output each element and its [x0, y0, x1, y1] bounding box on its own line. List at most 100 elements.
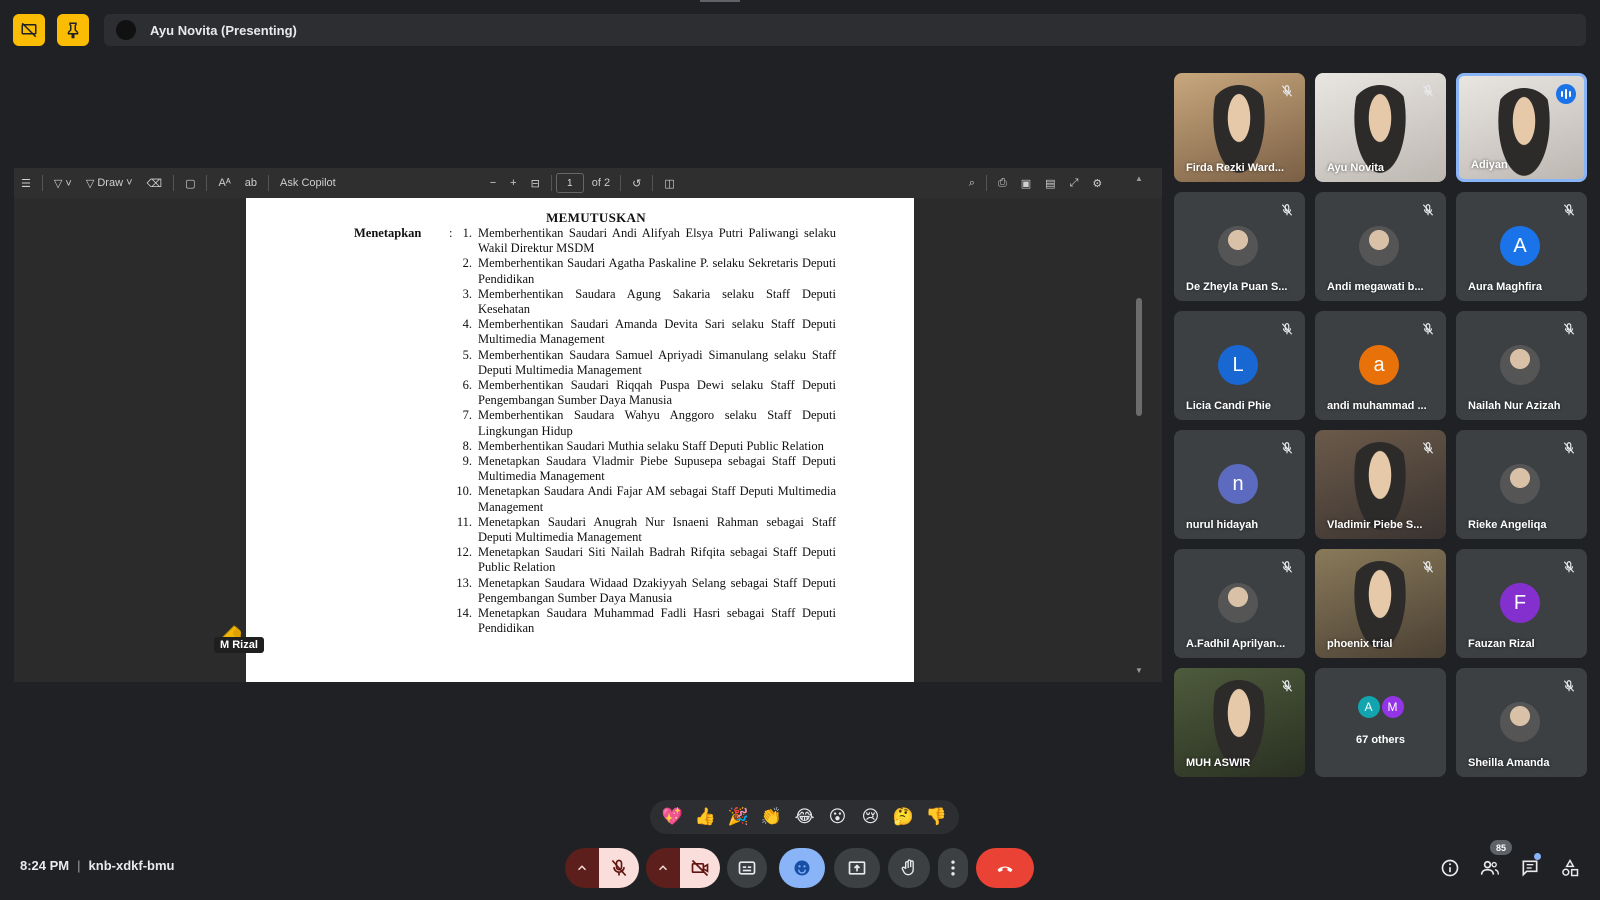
doc-list-item: 1. Memberhentikan Saudari Andi Alifyah El…	[456, 226, 836, 256]
more-options-button[interactable]	[938, 848, 968, 888]
participant-tile[interactable]: Nailah Nur Azizah	[1456, 311, 1587, 420]
clock-time: 8:24 PM	[20, 858, 70, 873]
call-end-icon	[997, 866, 1013, 873]
doc-item-number: 8.	[462, 438, 472, 453]
draw-button[interactable]: ▽ Draw ˅	[79, 168, 140, 198]
scroll-down-icon[interactable]: ▼	[1135, 666, 1143, 675]
ask-copilot-button[interactable]: Ask Copilot	[273, 168, 343, 198]
participant-tile[interactable]: Ayu Novita	[1315, 73, 1446, 182]
participant-tile[interactable]: De Zheyla Puan S...	[1174, 192, 1305, 301]
pin-button[interactable]	[57, 14, 89, 46]
muted-indicator	[1418, 438, 1438, 458]
settings-icon[interactable]: ⚙	[1085, 168, 1109, 198]
view-icon[interactable]: ▢	[178, 168, 202, 198]
doc-list-item: 2. Memberhentikan Saudari Agatha Paskalin…	[456, 256, 836, 286]
mic-toggle-button[interactable]	[599, 848, 639, 888]
participant-tile[interactable]: phoenix trial	[1315, 549, 1446, 658]
people-button[interactable]	[1478, 856, 1502, 880]
camera-toggle-button[interactable]	[680, 848, 720, 888]
reaction-emoji-button[interactable]: 🎉	[722, 807, 755, 827]
doc-list-item: 12. Menetapkan Saudari Siti Nailah Badrah…	[456, 545, 836, 575]
muted-indicator	[1418, 200, 1438, 220]
doc-list-item: 8. Memberhentikan Saudari Muthia selaku S…	[456, 439, 836, 454]
doc-item-text: Menetapkan Saudara Widaad Dzakiyyah Sela…	[478, 575, 836, 605]
reaction-emoji-button[interactable]: 👏	[755, 807, 788, 827]
doc-item-text: Memberhentikan Saudari Amanda Devita Sar…	[478, 317, 836, 347]
activities-button[interactable]	[1558, 856, 1582, 880]
mic-off-icon	[1281, 680, 1293, 692]
doc-list-item: 4. Memberhentikan Saudari Amanda Devita S…	[456, 317, 836, 347]
participant-tile[interactable]: Andi megawati b...	[1315, 192, 1446, 301]
pdf-page: MEMUTUSKAN Menetapkan : 1. Memberhentikan…	[246, 198, 914, 682]
captions-button[interactable]	[727, 848, 767, 888]
pdf-scrollbar[interactable]: ▲ ▼	[1135, 174, 1144, 675]
draw-label: Draw	[97, 177, 124, 189]
participant-tile[interactable]: Vladimir Piebe S...	[1315, 430, 1446, 539]
participant-name: Firda Rezki Ward...	[1186, 162, 1285, 174]
raise-hand-button[interactable]	[888, 848, 930, 888]
mic-off-icon	[1422, 85, 1434, 97]
scroll-up-icon[interactable]: ▲	[1135, 174, 1143, 183]
page-view-icon[interactable]: ◫	[657, 168, 681, 198]
stop-presenting-button[interactable]	[13, 14, 45, 46]
reaction-emoji-button[interactable]: 👍	[689, 807, 722, 827]
print-icon[interactable]: ⎙	[991, 168, 1014, 198]
video-off-icon	[691, 859, 709, 877]
participant-tile[interactable]: L Licia Candi Phie	[1174, 311, 1305, 420]
doc-item-text: Memberhentikan Saudari Agatha Paskaline …	[478, 256, 836, 286]
meeting-details-button[interactable]	[1438, 856, 1462, 880]
doc-item-number: 7.	[462, 408, 472, 423]
avatar: L	[1218, 345, 1258, 385]
search-icon[interactable]: ⌕	[962, 168, 982, 198]
participant-tile[interactable]: Firda Rezki Ward...	[1174, 73, 1305, 182]
audio-options-button[interactable]	[565, 848, 599, 888]
read-aloud-icon[interactable]: Aᴬ	[211, 168, 237, 198]
reaction-emoji-button[interactable]: 💖	[656, 807, 689, 827]
participant-tile[interactable]: MUH ASWIR	[1174, 668, 1305, 777]
page-number-input[interactable]: 1	[555, 173, 584, 193]
doc-list-item: 3. Memberhentikan Saudara Agung Sakaria s…	[456, 287, 836, 317]
reaction-emoji-button[interactable]: 😢	[854, 807, 887, 827]
doc-list-item: 13. Menetapkan Saudara Widaad Dzakiyyah S…	[456, 576, 836, 606]
rotate-icon[interactable]: ↺	[625, 168, 648, 198]
meeting-info: 8:24 PM | knb-xdkf-bmu	[20, 858, 174, 873]
zoom-in-icon[interactable]: +	[503, 168, 523, 198]
doc-item-number: 13.	[456, 575, 472, 590]
reaction-emoji-button[interactable]: 😂	[788, 807, 821, 827]
emoji-reactions-button[interactable]	[779, 848, 825, 888]
participant-tile[interactable]: n nurul hidayah	[1174, 430, 1305, 539]
muted-indicator	[1559, 438, 1579, 458]
doc-item-number: 4.	[462, 317, 472, 332]
translate-icon[interactable]: ab	[238, 168, 264, 198]
participant-tile[interactable]: a andi muhammad ...	[1315, 311, 1446, 420]
participant-tile[interactable]: Rieke Angeliqa	[1456, 430, 1587, 539]
save-icon[interactable]: ▣	[1014, 168, 1038, 198]
reaction-emoji-button[interactable]: 😮	[821, 807, 854, 827]
scroll-thumb[interactable]	[1136, 298, 1142, 416]
video-options-button[interactable]	[646, 848, 680, 888]
save-as-icon[interactable]: ▤	[1038, 168, 1062, 198]
reaction-emoji-button[interactable]: 👎	[920, 807, 953, 827]
others-avatars: AM	[1315, 696, 1446, 718]
leave-call-button[interactable]	[976, 848, 1034, 888]
participant-tile[interactable]: A.Fadhil Aprilyan...	[1174, 549, 1305, 658]
eraser-icon[interactable]: ⌫	[140, 168, 170, 198]
participant-tile[interactable]: A Aura Maghfira	[1456, 192, 1587, 301]
contents-icon[interactable]: ☰	[14, 168, 38, 198]
participant-tile[interactable]: A M 67 others	[1315, 668, 1446, 777]
present-screen-button[interactable]	[834, 848, 880, 888]
avatar: F	[1500, 583, 1540, 623]
reaction-emoji-button[interactable]: 🤔	[887, 807, 920, 827]
zoom-out-icon[interactable]: −	[483, 168, 503, 198]
doc-item-number: 12.	[456, 545, 472, 560]
participant-tile[interactable]: Adiyan	[1456, 73, 1587, 182]
info-separator: |	[77, 858, 81, 873]
chevron-up-icon	[658, 865, 668, 871]
participant-tile[interactable]: Sheilla Amanda	[1456, 668, 1587, 777]
more-vert-icon	[951, 860, 955, 876]
fit-page-icon[interactable]: ⊟	[524, 168, 547, 198]
fullscreen-icon[interactable]: ⤢	[1063, 168, 1086, 198]
highlight-icon[interactable]: ▽ ˅	[47, 168, 79, 198]
participant-tile[interactable]: F Fauzan Rizal	[1456, 549, 1587, 658]
doc-item-text: Memberhentikan Saudara Agung Sakaria sel…	[478, 286, 836, 317]
